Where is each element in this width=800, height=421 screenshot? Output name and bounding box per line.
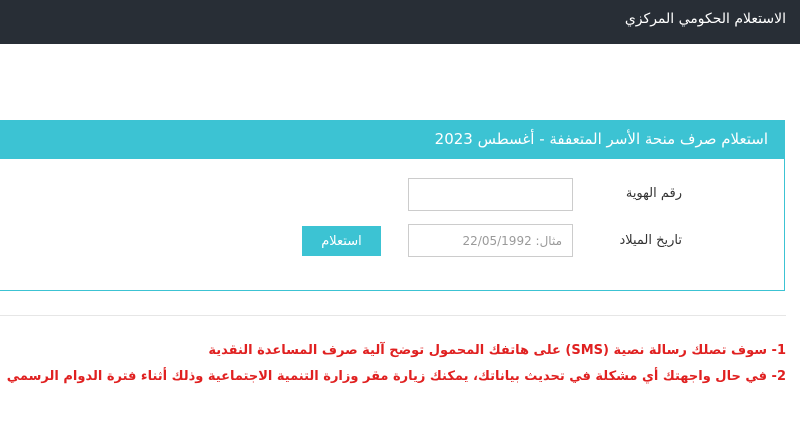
inquiry-panel: استعلام صرف منحة الأسر المتعففة - أغسطس …	[0, 120, 785, 291]
note-item: 2- في حال واجهتك أي مشكلة في تحديث بيانا…	[6, 369, 786, 384]
notes-list: 1- سوف تصلك رسالة نصية (SMS) على هاتفك ا…	[0, 340, 786, 392]
id-number-label: رقم الهوية	[625, 186, 682, 201]
panel-header: استعلام صرف منحة الأسر المتعففة - أغسطس …	[0, 121, 784, 159]
site-title[interactable]: الاستعلام الحكومي المركزي	[625, 11, 786, 27]
divider	[0, 315, 786, 316]
id-number-input[interactable]	[408, 178, 573, 211]
birth-date-input[interactable]	[408, 224, 573, 257]
inquiry-submit-button[interactable]: استعلام	[302, 226, 381, 256]
top-navbar: الاستعلام الحكومي المركزي	[0, 0, 800, 44]
panel-title: استعلام صرف منحة الأسر المتعففة - أغسطس …	[434, 130, 768, 148]
note-item: 1- سوف تصلك رسالة نصية (SMS) على هاتفك ا…	[208, 343, 786, 358]
birth-date-label: تاريخ الميلاد	[619, 233, 682, 248]
